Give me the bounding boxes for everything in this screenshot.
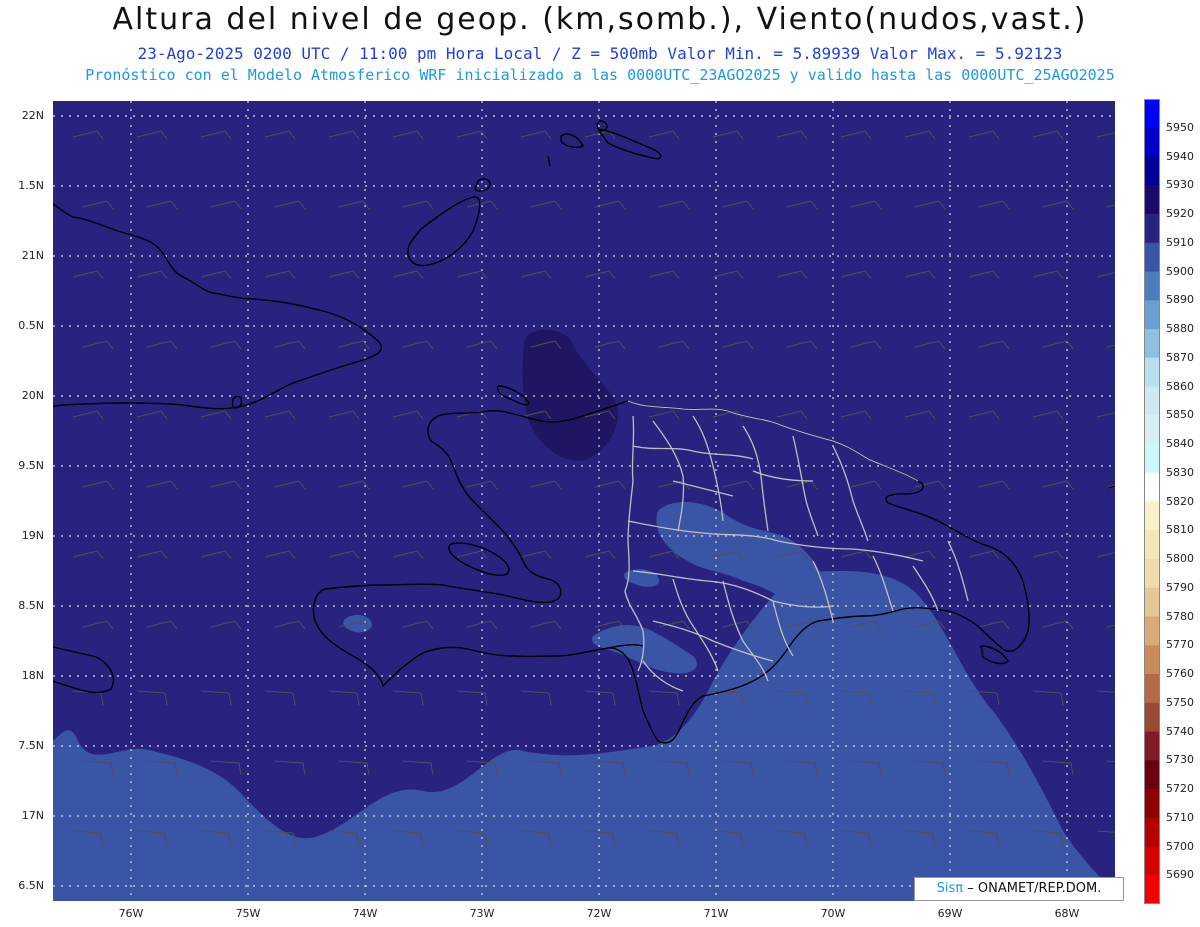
colorbar-swatch — [1144, 386, 1160, 416]
lat-label: 22N — [21, 109, 44, 122]
colorbar-level-label: 5720 — [1166, 782, 1194, 795]
lat-label: 0.5N — [18, 319, 44, 332]
chart-title: Altura del nivel de geop. (km,somb.), Vi… — [112, 2, 1088, 37]
credit-text: – ONAMET/REP.DOM. — [967, 881, 1102, 896]
lat-label: 8.5N — [18, 599, 44, 612]
lon-label: 74W — [352, 907, 378, 920]
colorbar-level-label: 5900 — [1166, 264, 1194, 278]
lat-label: 18N — [21, 669, 44, 682]
colorbar-swatch — [1144, 415, 1160, 445]
colorbar-swatch — [1144, 329, 1160, 359]
colorbar-swatch — [1144, 501, 1160, 531]
forecast-map — [53, 101, 1115, 901]
colorbar-level-label: 5770 — [1166, 638, 1194, 652]
colorbar-swatch — [1144, 587, 1160, 617]
lat-label: 1.5N — [18, 179, 44, 192]
lat-label: 21N — [21, 249, 44, 262]
colorbar-level-label: 5870 — [1166, 350, 1194, 364]
colorbar-level-label: 5910 — [1166, 235, 1194, 249]
lon-label: 69W — [937, 907, 963, 920]
colorbar-swatch — [1144, 214, 1160, 244]
colorbar-swatch — [1144, 616, 1160, 646]
colorbar-swatch — [1144, 674, 1160, 704]
colorbar-level-label: 5920 — [1166, 207, 1194, 220]
lon-label: 71W — [703, 907, 729, 920]
colorbar-level-label: 5740 — [1166, 724, 1194, 738]
colorbar-level-label: 5890 — [1166, 293, 1194, 307]
colorbar-level-label: 5710 — [1166, 810, 1194, 824]
credit-box: Sisπ – ONAMET/REP.DOM. — [914, 877, 1124, 901]
colorbar-swatch — [1144, 127, 1160, 157]
colorbar-level-label: 5760 — [1166, 667, 1194, 680]
lat-label: 20N — [21, 389, 44, 402]
colorbar-level-label: 5940 — [1166, 149, 1194, 163]
colorbar-level-label: 5690 — [1166, 868, 1194, 882]
lon-label: 75W — [235, 907, 261, 920]
colorbar-swatch — [1144, 846, 1160, 876]
colorbar-level-label: 5810 — [1166, 523, 1194, 537]
lon-label: 73W — [469, 907, 495, 920]
lon-label: 68W — [1054, 907, 1080, 920]
lat-label: 7.5N — [18, 739, 44, 752]
colorbar-swatch — [1144, 817, 1160, 847]
colorbar-swatch — [1144, 702, 1160, 732]
colorbar-level-label: 5790 — [1166, 580, 1194, 594]
colorbar-swatch — [1144, 760, 1160, 790]
colorbar-level-label: 5800 — [1166, 552, 1194, 565]
colorbar-level-label: 5950 — [1166, 120, 1194, 134]
lat-label: 19N — [21, 529, 44, 542]
lon-label: 70W — [820, 907, 846, 920]
colorbar-level-label: 5750 — [1166, 695, 1194, 709]
colorbar-level-label: 5780 — [1166, 609, 1194, 623]
sis-logo: Sisπ — [936, 881, 964, 896]
lon-label: 72W — [586, 907, 612, 920]
lat-label: 9.5N — [18, 459, 44, 472]
colorbar-swatch — [1144, 242, 1160, 272]
colorbar-swatch — [1144, 357, 1160, 387]
colorbar-level-label: 5840 — [1166, 437, 1194, 450]
chart-subtitle-time: 23-Ago-2025 0200 UTC / 11:00 pm Hora Loc… — [137, 44, 1063, 63]
colorbar-swatch — [1144, 99, 1160, 129]
colorbar-swatch — [1144, 300, 1160, 330]
lon-label: 76W — [118, 907, 144, 920]
colorbar — [1144, 99, 1160, 904]
colorbar-swatch — [1144, 530, 1160, 560]
colorbar-level-label: 5820 — [1166, 494, 1194, 508]
colorbar-level-label: 5930 — [1166, 178, 1194, 192]
colorbar-swatch — [1144, 645, 1160, 675]
colorbar-level-label: 5830 — [1166, 465, 1194, 479]
colorbar-level-label: 5730 — [1166, 753, 1194, 767]
colorbar-level-label: 5860 — [1166, 379, 1194, 393]
colorbar-swatch — [1144, 731, 1160, 761]
lat-label: 6.5N — [18, 879, 44, 892]
colorbar-level-label: 5850 — [1166, 408, 1194, 422]
colorbar-swatch — [1144, 444, 1160, 474]
colorbar-swatch — [1144, 156, 1160, 186]
colorbar-level-label: 5700 — [1166, 839, 1194, 853]
colorbar-level-label: 5880 — [1166, 322, 1194, 335]
colorbar-swatch — [1144, 472, 1160, 502]
colorbar-swatch — [1144, 185, 1160, 215]
colorbar-swatch — [1144, 875, 1160, 904]
lat-label: 17N — [21, 809, 44, 822]
chart-subtitle-model: Pronóstico con el Modelo Atmosferico WRF… — [85, 66, 1115, 84]
colorbar-swatch — [1144, 789, 1160, 819]
colorbar-swatch — [1144, 271, 1160, 301]
colorbar-swatch — [1144, 559, 1160, 589]
